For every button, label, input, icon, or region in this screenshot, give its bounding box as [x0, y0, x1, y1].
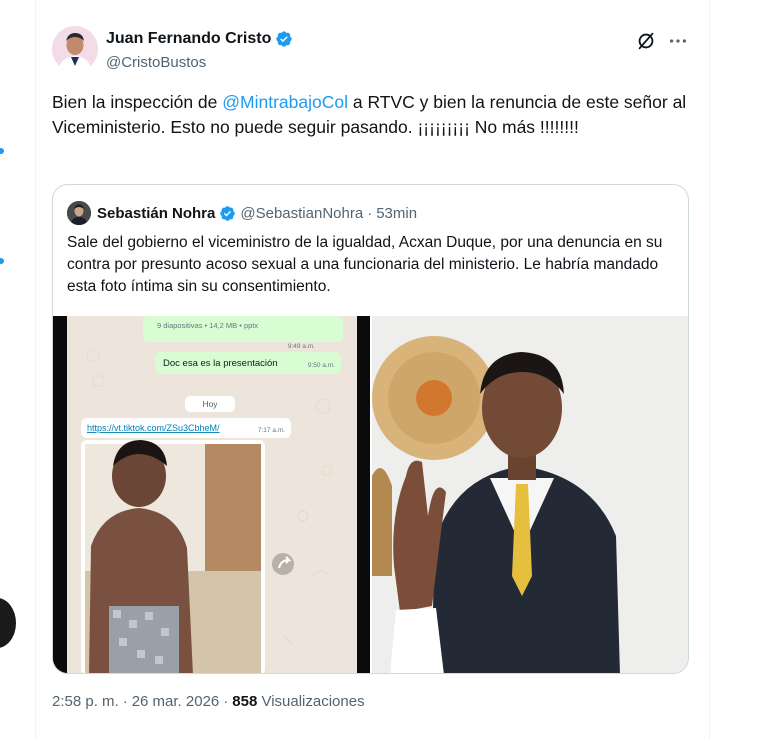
author-names: Juan Fernando Cristo @CristoBustos — [106, 29, 293, 72]
chat-day-label: Hoy — [202, 399, 218, 409]
tweet-footer: 2:58 p. m. · 26 mar. 2026 · 858 Visualizacio… — [52, 693, 365, 710]
mention-link[interactable]: @MintrabajoCol — [222, 92, 348, 112]
chat-screenshot: 9 diapositivas • 14,2 MB • pptx 9:49 a.m… — [53, 316, 370, 673]
verified-icon — [220, 205, 236, 221]
chat-link: https://vt.tiktok.com/ZSu3CbheM/ — [87, 423, 220, 433]
quote-text: Sale del gobierno el viceministro de la … — [67, 234, 663, 295]
chat-time-1: 9:49 a.m. — [288, 343, 315, 350]
quote-avatar[interactable] — [67, 201, 91, 225]
views-count: 858 — [232, 693, 258, 710]
author-handle[interactable]: @CristoBustos — [106, 54, 293, 72]
quote-handle[interactable]: @SebastianNohra — [240, 205, 363, 222]
official-portrait-image[interactable] — [372, 316, 688, 673]
compose-fab-button[interactable] — [0, 598, 16, 648]
tweet-time[interactable]: 2:58 p. m. — [52, 693, 119, 710]
grok-icon[interactable] — [635, 30, 657, 52]
tweet-date[interactable]: 26 mar. 2026 — [132, 693, 220, 710]
notification-dot — [0, 258, 4, 264]
chat-message: Doc esa es la presentación — [163, 358, 278, 369]
quote-display-name[interactable]: Sebastián Nohra — [97, 205, 215, 222]
chat-file-info: 9 diapositivas • 14,2 MB • pptx — [157, 321, 258, 330]
column-divider — [709, 0, 710, 739]
left-nav-rail — [0, 0, 18, 739]
footer-separator: · — [223, 693, 229, 710]
author-display-name-text[interactable]: Juan Fernando Cristo — [106, 29, 271, 49]
author-avatar[interactable] — [52, 26, 98, 72]
quoted-tweet[interactable]: Sebastián Nohra @SebastianNohra · 53min … — [52, 184, 689, 674]
quote-timestamp[interactable]: 53min — [376, 205, 417, 222]
tweet: Juan Fernando Cristo @CristoBustos Bien … — [36, 0, 709, 739]
more-icon[interactable] — [667, 30, 689, 52]
verified-icon — [276, 31, 293, 47]
chat-screenshot-image[interactable]: 9 diapositivas • 14,2 MB • pptx 9:49 a.m… — [53, 316, 370, 673]
chat-time-3: 7:17 a.m. — [258, 427, 285, 434]
quote-media: 9 diapositivas • 14,2 MB • pptx 9:49 a.m… — [53, 316, 688, 673]
quote-separator: · — [367, 204, 373, 222]
notification-dot — [0, 148, 4, 154]
footer-separator: · — [122, 693, 128, 710]
quote-header: Sebastián Nohra @SebastianNohra · 53min — [67, 200, 417, 226]
tweet-text: Bien la inspección de @MintrabajoCol a R… — [52, 90, 692, 140]
chat-time-2: 9:50 a.m. — [308, 362, 335, 369]
tweet-author-row: Juan Fernando Cristo @CristoBustos — [52, 26, 695, 76]
official-portrait — [372, 316, 688, 673]
author-display-name[interactable]: Juan Fernando Cristo — [106, 29, 293, 49]
tweet-text-part1: Bien la inspección de — [52, 92, 223, 112]
views-label[interactable]: Visualizaciones — [261, 693, 364, 710]
